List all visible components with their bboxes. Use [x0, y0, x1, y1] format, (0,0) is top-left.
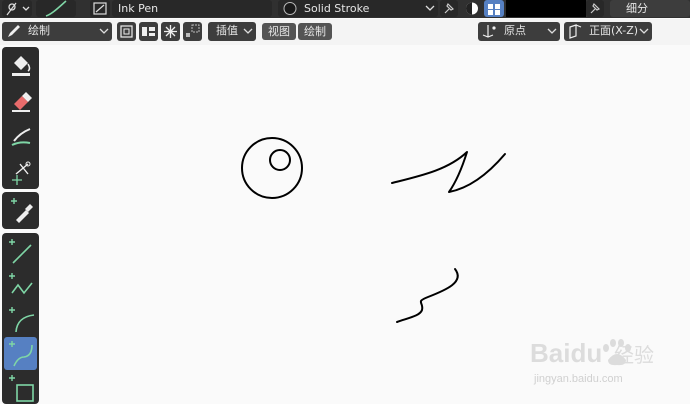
- layers-icon: [120, 25, 133, 38]
- subdivide-label: 细分: [626, 2, 648, 15]
- snowflake-icon: [164, 25, 177, 38]
- box-icon: [9, 375, 34, 402]
- wave-stroke: [396, 268, 459, 323]
- pencil-icon: [8, 25, 20, 37]
- eyedropper-icon: [11, 198, 33, 223]
- polyline-tool[interactable]: [4, 269, 37, 302]
- brush-name-field[interactable]: Ink Pen: [112, 0, 272, 17]
- small-circle-stroke: [269, 149, 291, 171]
- subdivide-button[interactable]: 细分: [610, 0, 690, 17]
- toolbar-group-sample: [2, 192, 39, 229]
- material-selector[interactable]: Solid Stroke: [278, 0, 438, 17]
- mode-label: 绘制: [28, 24, 50, 37]
- pin-icon: [444, 2, 455, 14]
- baidu-watermark: Baidu 经验 jingyan.baidu.com: [528, 330, 658, 386]
- erase-tool[interactable]: [4, 84, 37, 117]
- draw-menu-label: 绘制: [304, 25, 326, 38]
- pivot-label: 原点: [504, 24, 526, 37]
- toolbar-group-edit: [2, 47, 39, 189]
- line-tool[interactable]: [4, 235, 37, 268]
- pivot-icon: [482, 25, 496, 38]
- paint-bucket-icon: [12, 56, 31, 76]
- orientation-icon: [569, 24, 582, 39]
- view-menu-label: 视图: [268, 25, 290, 38]
- cutter-tool[interactable]: [4, 154, 37, 187]
- curve-tool[interactable]: [4, 337, 37, 370]
- multiframe-toggle[interactable]: [117, 22, 136, 41]
- scissors-icon: [12, 161, 31, 185]
- eraser-icon: [12, 92, 32, 112]
- chevron-down-icon: [547, 28, 557, 34]
- lock-axis-toggle[interactable]: [139, 22, 158, 41]
- stroke-placement-icon: [6, 2, 30, 16]
- material-sphere-icon: [283, 2, 297, 15]
- brush-icon: [11, 128, 31, 146]
- snap-toggle[interactable]: [161, 22, 180, 41]
- vertex-color-icon: [488, 4, 500, 15]
- curve-icon: [9, 341, 33, 367]
- interpolate-label: 插值: [216, 24, 238, 37]
- orientation-dropdown[interactable]: 正面(X-Z): [564, 22, 652, 41]
- chevron-down-icon: [425, 5, 435, 11]
- toolbar-group-primitives: [2, 233, 39, 404]
- lock-axis-icon: [142, 27, 155, 36]
- chevron-down-icon: [99, 28, 109, 34]
- baidu-paw-logo: Baidu 经验 jingyan.baidu.com: [530, 338, 654, 385]
- watermark-brand-cn: 经验: [614, 343, 654, 367]
- color-swatch[interactable]: [506, 0, 586, 17]
- box-tool[interactable]: [4, 371, 37, 404]
- brush-icon-box[interactable]: [90, 0, 110, 17]
- pin-icon: [590, 2, 601, 14]
- brush-preview[interactable]: [36, 0, 76, 17]
- vertex-color-icon-box[interactable]: [484, 0, 504, 17]
- zigzag-stroke: [391, 151, 506, 193]
- chevron-down-icon: [639, 28, 649, 34]
- tint-tool[interactable]: [4, 119, 37, 152]
- viewport-header: 绘制 插值 视图 绘制 原点 正面(X-Z): [0, 19, 690, 45]
- color-mode-icon: [466, 2, 478, 15]
- arc-tool[interactable]: [4, 303, 37, 336]
- fill-tool[interactable]: [4, 49, 37, 82]
- orientation-label: 正面(X-Z): [589, 24, 639, 37]
- guides-icon: [186, 24, 200, 37]
- pivot-dropdown[interactable]: 原点: [478, 22, 560, 41]
- mode-dropdown[interactable]: 绘制: [2, 22, 112, 41]
- tool-settings-bar: Ink Pen Solid Stroke 细分: [0, 0, 690, 18]
- pin-button-2[interactable]: [586, 0, 604, 17]
- draw-menu[interactable]: 绘制: [298, 23, 332, 40]
- brush-name: Ink Pen: [118, 2, 159, 15]
- brush-datablock-icon: [93, 2, 107, 15]
- brush-stroke-icon: [45, 0, 67, 17]
- line-icon: [9, 239, 32, 264]
- material-name: Solid Stroke: [304, 2, 370, 15]
- pin-button[interactable]: [440, 0, 458, 17]
- color-mode-icon-box[interactable]: [462, 0, 482, 17]
- eyedropper-tool[interactable]: [4, 194, 37, 227]
- chevron-down-icon: [243, 28, 253, 34]
- watermark-url: jingyan.baidu.com: [533, 373, 623, 385]
- polyline-icon: [9, 273, 33, 295]
- watermark-brand: Baidu: [530, 338, 602, 368]
- interpolate-dropdown[interactable]: 插值: [208, 22, 256, 41]
- circle-stroke: [241, 137, 303, 199]
- arc-icon: [9, 307, 35, 333]
- guides-toggle[interactable]: [183, 22, 202, 41]
- view-menu[interactable]: 视图: [262, 23, 296, 40]
- stroke-placement-dropdown[interactable]: [2, 0, 32, 17]
